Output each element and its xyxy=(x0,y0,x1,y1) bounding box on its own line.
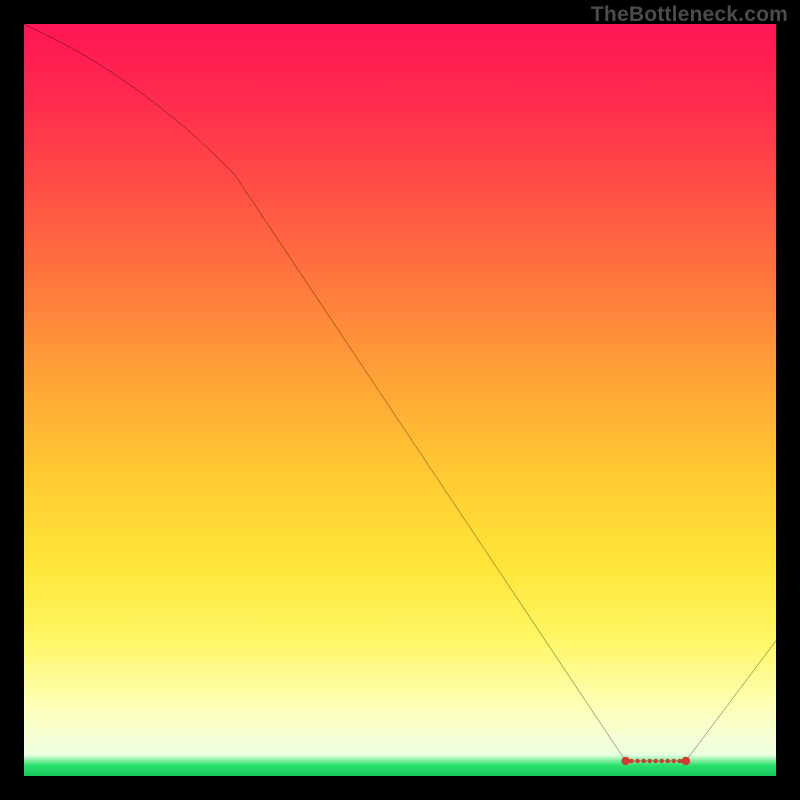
optimum-marker xyxy=(621,757,629,765)
optimum-marker xyxy=(682,757,690,765)
optimum-marker xyxy=(636,759,640,763)
optimum-marker xyxy=(648,759,652,763)
optimum-marker xyxy=(678,759,682,763)
optimum-marker xyxy=(666,759,670,763)
plot-area xyxy=(24,24,776,776)
watermark-credit: TheBottleneck.com xyxy=(591,4,788,25)
optimum-marker xyxy=(660,759,664,763)
optimum-marker xyxy=(654,759,658,763)
optimum-marker xyxy=(672,759,676,763)
optimum-markers xyxy=(621,757,689,765)
chart-frame: TheBottleneck.com xyxy=(0,0,800,800)
optimum-marker xyxy=(630,759,634,763)
chart-overlay xyxy=(24,24,776,776)
bottleneck-curve xyxy=(24,24,776,761)
optimum-marker xyxy=(642,759,646,763)
